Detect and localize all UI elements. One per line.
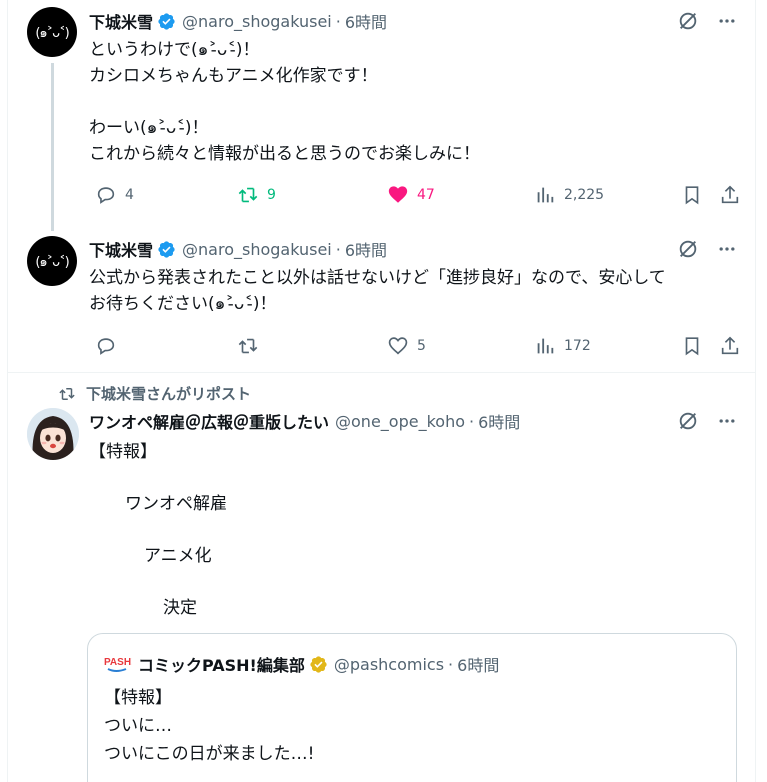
quoted-tweet-text: 【特報】 ついに… ついにこの日が来ました…! <box>104 688 315 764</box>
tweet-header: ワンオペ解雇＠広報＠重版したい @one_ope_koho · 6時間 <box>89 409 737 433</box>
more-icon[interactable] <box>717 411 737 431</box>
reply-button[interactable]: 4 <box>95 180 134 210</box>
share-icon <box>721 336 739 355</box>
repost-icon <box>59 387 75 400</box>
timestamp[interactable]: 6時間 <box>478 409 520 433</box>
reply-button[interactable] <box>95 331 125 361</box>
repost-button[interactable]: 9 <box>237 180 276 210</box>
share-button[interactable] <box>719 331 741 361</box>
separator-dot: · <box>448 654 454 674</box>
display-name[interactable]: コミックPASH!編集部 <box>138 652 305 676</box>
like-count: 5 <box>417 338 426 354</box>
heart-filled-icon <box>388 186 408 203</box>
handle[interactable]: @one_ope_koho <box>335 412 465 431</box>
verified-badge-icon <box>158 240 175 258</box>
share-button[interactable] <box>719 180 741 210</box>
heart-icon <box>388 337 408 355</box>
reply-icon <box>97 187 115 204</box>
tweet-header: 下城米雪 @naro_shogakusei · 6時間 <box>89 9 737 33</box>
verified-gold-badge-icon <box>310 655 327 673</box>
bookmark-icon <box>685 337 699 356</box>
repost-button[interactable] <box>237 331 267 361</box>
avatar[interactable]: (๑˃ᴗ˂) <box>27 7 77 57</box>
header-actions <box>677 410 737 432</box>
repost-context[interactable]: 下城米雪さんがリポスト <box>58 383 251 404</box>
handle[interactable]: @pashcomics <box>334 655 444 674</box>
display-name[interactable]: 下城米雪 <box>89 9 153 33</box>
divider <box>8 372 755 373</box>
tweet-text-line: アニメ化 <box>144 546 212 566</box>
display-name[interactable]: ワンオペ解雇＠広報＠重版したい <box>89 409 329 433</box>
repost-label: 下城米雪さんがリポスト <box>86 385 252 403</box>
views-icon <box>537 338 554 354</box>
avatar[interactable]: (๑˃ᴗ˂) <box>27 236 77 286</box>
display-name[interactable]: 下城米雪 <box>89 237 153 261</box>
handle[interactable]: @naro_shogakusei <box>182 240 332 259</box>
separator-dot: · <box>335 11 341 31</box>
views-count: 2,225 <box>564 187 605 203</box>
avatar[interactable] <box>27 408 79 460</box>
grok-icon[interactable] <box>677 10 699 32</box>
reply-count: 4 <box>125 187 134 203</box>
bookmark-button[interactable] <box>681 331 703 361</box>
timestamp[interactable]: 6時間 <box>345 9 387 33</box>
views-count: 172 <box>564 338 591 354</box>
repost-count: 9 <box>267 187 276 203</box>
like-button[interactable]: 5 <box>387 331 426 361</box>
more-icon[interactable] <box>717 11 737 31</box>
more-icon[interactable] <box>717 239 737 259</box>
tweet-text: 公式から発表されたこと以外は話せないけど「進捗良好」なので、安心して お待ちくだ… <box>89 268 666 314</box>
like-button[interactable]: 47 <box>387 180 435 210</box>
timestamp[interactable]: 6時間 <box>345 237 387 261</box>
tweet-text-line: 決定 <box>163 598 197 618</box>
tweet-text: というわけで(๑˃̵ᴗ˂̵)！ カシロメちゃんもアニメ化作家です！ わーい(๑˃… <box>89 40 480 164</box>
tweet-1[interactable]: (๑˃ᴗ˂) 下城米雪 @naro_shogakusei · 6時間 というわけ… <box>8 0 755 231</box>
verified-badge-icon <box>158 12 175 30</box>
views-icon <box>537 187 554 203</box>
share-icon <box>721 185 739 204</box>
repost-icon <box>238 338 258 354</box>
timeline: (๑˃ᴗ˂) 下城米雪 @naro_shogakusei · 6時間 というわけ… <box>7 0 756 782</box>
thread-line <box>51 63 54 231</box>
quoted-tweet-header: PASH! コミックPASH!編集部 @pashcomics · 6時間 <box>104 652 499 676</box>
tweet-2[interactable]: (๑˃ᴗ˂) 下城米雪 @naro_shogakusei · 6時間 公式から発… <box>8 231 755 371</box>
views-button[interactable]: 2,225 <box>534 180 604 210</box>
tweet-text-line: ワンオペ解雇 <box>125 494 227 514</box>
timestamp[interactable]: 6時間 <box>457 652 499 676</box>
repost-icon <box>238 187 258 203</box>
quoted-tweet[interactable]: PASH! コミックPASH!編集部 @pashcomics · 6時間 【特報… <box>87 633 737 782</box>
handle[interactable]: @naro_shogakusei <box>182 12 332 31</box>
bookmark-icon <box>685 186 699 205</box>
header-actions <box>677 238 737 260</box>
grok-icon[interactable] <box>677 238 699 260</box>
grok-icon[interactable] <box>677 410 699 432</box>
reply-icon <box>97 338 115 355</box>
tweet-text-line: 【特報】 <box>89 442 157 462</box>
bookmark-button[interactable] <box>681 180 703 210</box>
tweet-actions: 5 172 <box>89 331 739 361</box>
tweet-actions: 4 9 47 2,225 <box>89 180 739 210</box>
tweet-header: 下城米雪 @naro_shogakusei · 6時間 <box>89 237 737 261</box>
svg-text:PASH!: PASH! <box>104 657 132 668</box>
views-button[interactable]: 172 <box>534 331 591 361</box>
like-count: 47 <box>417 187 435 203</box>
separator-dot: · <box>469 411 475 431</box>
pash-logo-icon: PASH! <box>104 653 134 675</box>
header-actions <box>677 10 737 32</box>
anime-girl-avatar-icon <box>27 408 79 460</box>
separator-dot: · <box>335 239 341 259</box>
